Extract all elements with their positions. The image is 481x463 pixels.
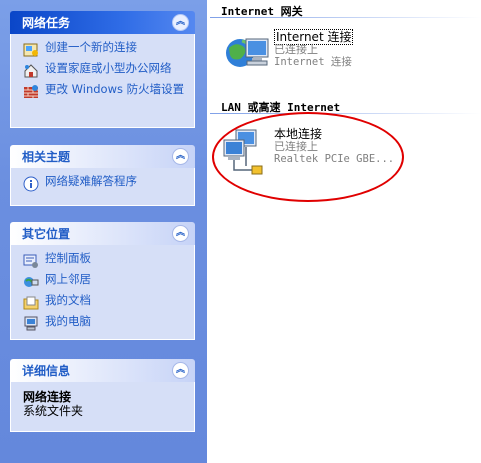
- task-setup-home-network[interactable]: 设置家庭或小型办公网络: [23, 62, 188, 79]
- panel-title: 相关主题: [22, 150, 71, 164]
- internet-connection-icon: [226, 38, 269, 67]
- panel-body: 控制面板 网上邻居 我的文档 我的电脑: [10, 245, 195, 340]
- collapse-chevron-icon[interactable]: ︽: [172, 148, 189, 165]
- panel-body: 网络连接 系统文件夹: [10, 382, 195, 432]
- home-network-icon: [24, 64, 38, 78]
- panel-header-related-topics[interactable]: 相关主题 ︽: [10, 145, 195, 168]
- my-computer-icon: [24, 316, 38, 331]
- collapse-chevron-icon[interactable]: ︽: [172, 14, 189, 31]
- panel-header-network-tasks[interactable]: 网络任务 ︽: [10, 11, 195, 34]
- panel-title: 其它位置: [22, 227, 71, 241]
- panel-title: 详细信息: [22, 364, 71, 378]
- collapse-chevron-icon[interactable]: ︽: [172, 362, 189, 379]
- place-my-documents[interactable]: 我的文档: [23, 294, 188, 311]
- control-panel-icon: [23, 254, 38, 268]
- place-network-neighborhood[interactable]: 网上邻居: [23, 273, 188, 290]
- task-network-troubleshooter[interactable]: 网络疑难解答程序: [23, 175, 188, 192]
- panel-network-tasks: 网络任务 ︽ 创建一个新的连接 设置家庭或小型办公网络 更改 Windows 防…: [10, 11, 195, 128]
- place-control-panel[interactable]: 控制面板: [23, 252, 188, 269]
- place-my-computer[interactable]: 我的电脑: [23, 315, 188, 332]
- panel-header-other-places[interactable]: 其它位置 ︽: [10, 222, 195, 245]
- task-create-connection[interactable]: 创建一个新的连接: [23, 41, 188, 58]
- info-icon: [23, 176, 39, 192]
- my-documents-icon: [23, 296, 39, 310]
- detail-type: 系统文件夹: [23, 404, 84, 418]
- highlight-ellipse: [212, 112, 404, 202]
- network-places-icon: [24, 277, 39, 287]
- panel-title: 网络任务: [22, 16, 71, 30]
- connection-internet[interactable]: Internet 连接 已连接上 Internet 连接: [222, 29, 354, 81]
- panel-header-details[interactable]: 详细信息 ︽: [10, 359, 195, 382]
- new-connection-icon: [23, 43, 38, 57]
- task-pane: 网络任务 ︽ 创建一个新的连接 设置家庭或小型办公网络 更改 Windows 防…: [0, 0, 207, 463]
- panel-related-topics: 相关主题 ︽ 网络疑难解答程序: [10, 145, 195, 206]
- panel-other-places: 其它位置 ︽ 控制面板 网上邻居 我的文档 我的电脑: [10, 222, 195, 340]
- collapse-chevron-icon[interactable]: ︽: [172, 225, 189, 242]
- connection-text: Internet 连接 已连接上 Internet 连接: [274, 29, 354, 81]
- task-firewall-settings[interactable]: 更改 Windows 防火墙设置: [23, 83, 188, 100]
- group-divider: [210, 17, 481, 18]
- firewall-icon: [24, 85, 38, 98]
- group-divider: [210, 113, 481, 114]
- panel-body: 网络疑难解答程序: [10, 168, 195, 206]
- connection-description: Internet 连接: [274, 56, 352, 68]
- panel-details: 详细信息 ︽ 网络连接 系统文件夹: [10, 359, 195, 432]
- panel-body: 创建一个新的连接 设置家庭或小型办公网络 更改 Windows 防火墙设置: [10, 34, 195, 128]
- detail-name: 网络连接: [23, 390, 72, 404]
